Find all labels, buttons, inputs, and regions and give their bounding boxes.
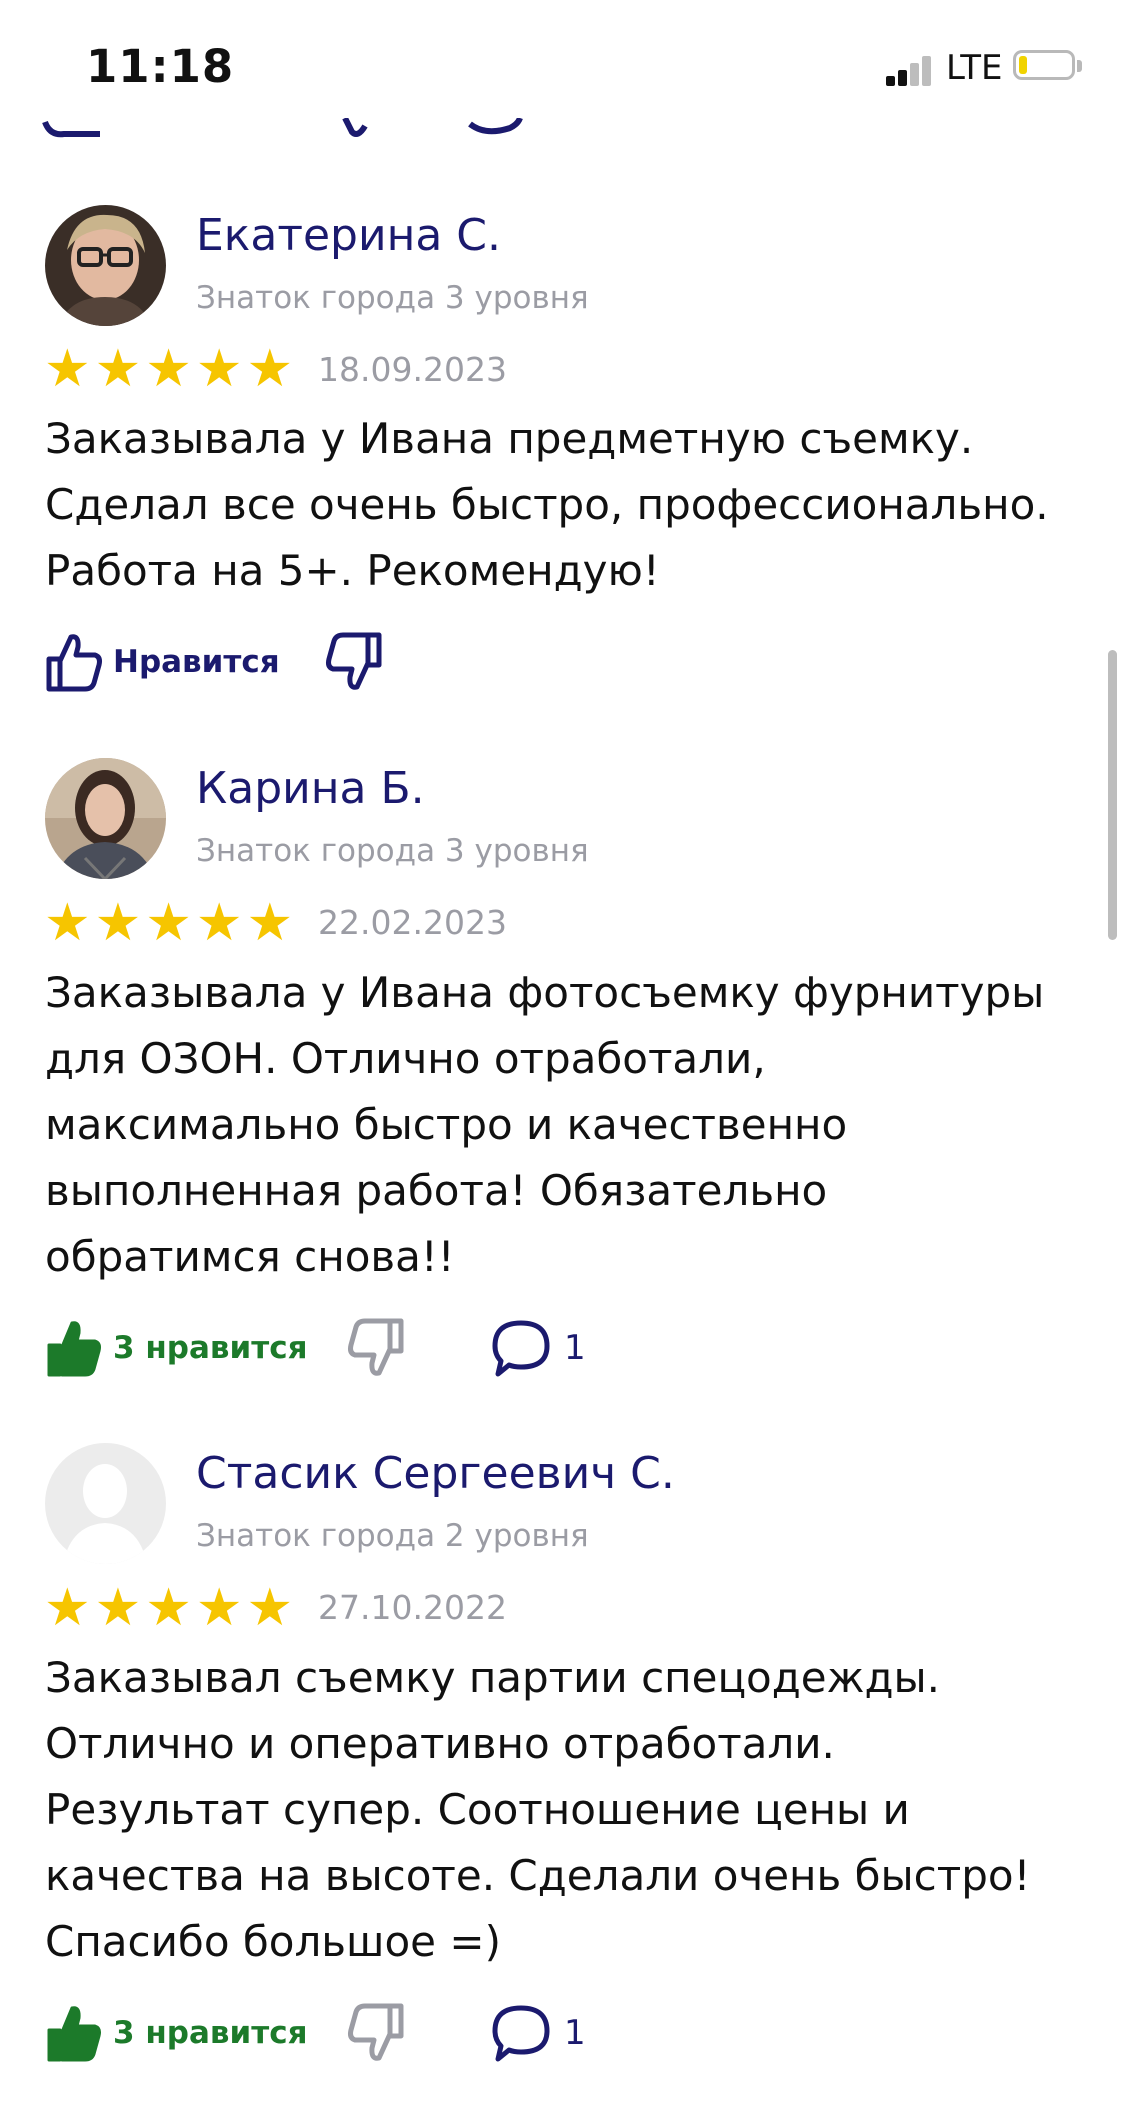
comments-button[interactable]: 1 bbox=[490, 1313, 586, 1383]
previous-review-actions bbox=[40, 118, 540, 140]
status-time: 11:18 bbox=[86, 40, 235, 93]
like-label: Нравится bbox=[113, 644, 280, 680]
author-name[interactable]: Карина Б. bbox=[196, 763, 425, 814]
author-level: Знаток города 3 уровня bbox=[196, 280, 589, 316]
rating-stars: ★ ★ ★ ★ ★ bbox=[44, 1578, 294, 1638]
review-date: 22.02.2023 bbox=[318, 903, 507, 942]
battery-icon bbox=[1013, 50, 1083, 84]
author-level: Знаток города 2 уровня bbox=[196, 1518, 589, 1554]
review-text-line: Заказывал съемку партии спецодежды. bbox=[45, 1653, 941, 1702]
review-text-line: максимально быстро и качественно bbox=[45, 1100, 848, 1149]
star-icon: ★ bbox=[94, 1578, 142, 1638]
avatar[interactable] bbox=[45, 758, 166, 879]
star-icon: ★ bbox=[246, 1578, 294, 1638]
star-icon: ★ bbox=[94, 339, 142, 399]
like-button[interactable]: Нравится bbox=[45, 627, 280, 697]
review-text-line: Сделал все очень быстро, профессионально… bbox=[45, 480, 1049, 529]
thumbs-down-icon bbox=[348, 1318, 404, 1376]
star-icon: ★ bbox=[246, 893, 294, 953]
review-text-line: для ОЗОН. Отлично отработали, bbox=[45, 1034, 766, 1083]
review-actions: Нравится bbox=[45, 627, 1045, 697]
like-button[interactable]: 3 нравится bbox=[45, 1313, 307, 1383]
star-icon: ★ bbox=[44, 893, 91, 953]
status-bar: 11:18 LTE bbox=[0, 0, 1125, 130]
review-text-line: Спасибо большое =) bbox=[45, 1917, 501, 1966]
thumbs-down-icon bbox=[326, 632, 382, 690]
star-icon: ★ bbox=[94, 893, 142, 953]
review-text-line: Заказывала у Ивана фотосъемку фурнитуры bbox=[45, 968, 1045, 1017]
scrollbar[interactable] bbox=[1108, 650, 1117, 940]
rating-stars: ★ ★ ★ ★ ★ bbox=[44, 893, 294, 953]
cellular-signal-icon bbox=[886, 52, 936, 86]
star-icon: ★ bbox=[145, 1578, 192, 1638]
comment-icon bbox=[492, 2005, 550, 2062]
review-text-line: качества на высоте. Сделали очень быстро… bbox=[45, 1851, 1031, 1900]
author-name[interactable]: Стасик Сергеевич С. bbox=[196, 1448, 675, 1499]
avatar[interactable] bbox=[45, 1443, 166, 1564]
review-text-line: Результат супер. Соотношение цены и bbox=[45, 1785, 910, 1834]
thumbs-up-filled-icon bbox=[47, 1321, 101, 1377]
dislike-button[interactable] bbox=[347, 1313, 405, 1383]
star-icon: ★ bbox=[145, 893, 192, 953]
star-icon: ★ bbox=[195, 893, 243, 953]
author-level: Знаток города 3 уровня bbox=[196, 833, 589, 869]
avatar[interactable] bbox=[45, 205, 166, 326]
review-text-line: Отлично и оперативно отработали. bbox=[45, 1719, 835, 1768]
like-label: 3 нравится bbox=[113, 2015, 308, 2051]
review-date: 18.09.2023 bbox=[318, 350, 507, 389]
review-text-line: Заказывала у Ивана предметную съемку. bbox=[45, 414, 974, 463]
review-actions: 3 нравится 1 bbox=[45, 1313, 1045, 1383]
star-icon: ★ bbox=[195, 339, 243, 399]
review-text: Заказывал съемку партии спецодежды. Отли… bbox=[45, 1645, 1105, 1975]
review-text-line: обратимся снова!! bbox=[45, 1232, 455, 1281]
network-type: LTE bbox=[946, 48, 1003, 88]
thumbs-up-filled-icon bbox=[47, 2006, 101, 2062]
dislike-button[interactable] bbox=[347, 1998, 405, 2068]
star-icon: ★ bbox=[246, 339, 294, 399]
comment-count: 1 bbox=[564, 1328, 586, 1368]
thumbs-down-icon bbox=[348, 2003, 404, 2061]
review-actions: 3 нравится 1 bbox=[45, 1998, 1045, 2068]
star-icon: ★ bbox=[44, 1578, 91, 1638]
thumbs-up-icon bbox=[46, 634, 102, 692]
comment-icon bbox=[492, 1320, 550, 1377]
star-icon: ★ bbox=[44, 339, 91, 399]
like-button[interactable]: 3 нравится bbox=[45, 1998, 307, 2068]
comment-count: 1 bbox=[564, 2013, 586, 2053]
rating-stars: ★ ★ ★ ★ ★ bbox=[44, 339, 294, 399]
review-text: Заказывала у Ивана предметную съемку. Сд… bbox=[45, 406, 1105, 604]
star-icon: ★ bbox=[145, 339, 192, 399]
star-icon: ★ bbox=[195, 1578, 243, 1638]
review-text: Заказывала у Ивана фотосъемку фурнитуры … bbox=[45, 960, 1105, 1290]
review-text-line: Работа на 5+. Рекомендую! bbox=[45, 546, 660, 595]
review-date: 27.10.2022 bbox=[318, 1588, 507, 1627]
like-label: 3 нравится bbox=[113, 1330, 308, 1366]
comments-button[interactable]: 1 bbox=[490, 1998, 586, 2068]
dislike-button[interactable] bbox=[325, 627, 383, 697]
review-text-line: выполненная работа! Обязательно bbox=[45, 1166, 828, 1215]
author-name[interactable]: Екатерина С. bbox=[196, 210, 501, 261]
